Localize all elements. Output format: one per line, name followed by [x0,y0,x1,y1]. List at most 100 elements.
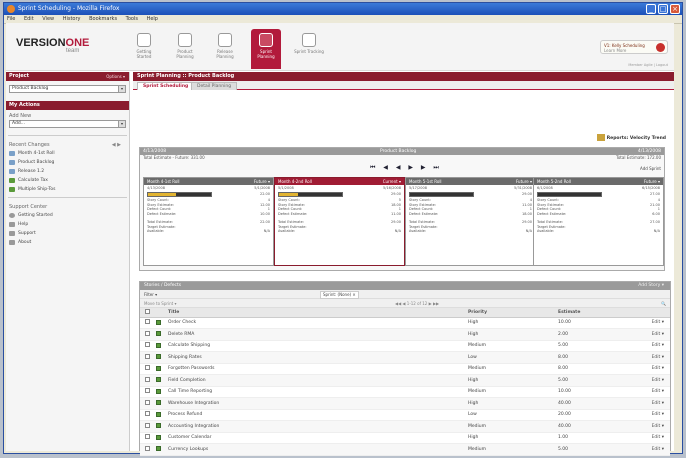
table-row[interactable]: Call Time Reporting Medium 10.00 Edit ▾ [140,386,670,398]
edit-button[interactable]: Edit [652,389,661,394]
nav-product-planning[interactable]: Product Planning [170,33,200,67]
sprint-filter-chip[interactable]: Sprint: (None) × [320,291,359,299]
nav-sprint-planning[interactable]: Sprint Planning [251,29,281,69]
chevron-down-icon[interactable]: ▾ [662,412,664,417]
row-checkbox[interactable] [145,376,150,382]
row-checkbox[interactable] [145,399,150,405]
chevron-down-icon[interactable]: ▾ [662,401,664,406]
sprint-status[interactable]: Future ▾ [516,178,532,185]
table-row[interactable]: Calculate Shipping Medium 5.00 Edit ▾ [140,340,670,352]
chevron-down-icon[interactable]: ▾ [662,366,664,371]
chevron-down-icon[interactable]: ▾ [662,332,664,337]
edit-button[interactable]: Edit [652,343,661,348]
row-checkbox[interactable] [145,388,150,394]
support-item[interactable]: Help [6,220,129,229]
row-checkbox[interactable] [145,434,150,440]
support-item[interactable]: About [6,238,129,247]
select-all-checkbox[interactable] [145,308,150,314]
edit-button[interactable]: Edit [652,320,661,325]
learn-more-link[interactable]: Learn More [604,48,664,53]
sprint-status[interactable]: Current ▾ [383,178,401,185]
menu-tools[interactable]: Tools [126,16,138,22]
table-row[interactable]: Forgotten Passwords Medium 8.00 Edit ▾ [140,363,670,375]
table-row[interactable]: Currency Lookups Medium 5.00 Edit ▾ [140,443,670,456]
row-checkbox[interactable] [145,365,150,371]
support-item[interactable]: Support [6,229,129,238]
reports-link[interactable]: Reports: Velocity Trend [596,134,666,141]
table-row[interactable]: Accounting Integration Medium 40.00 Edit ▾ [140,420,670,433]
edit-button[interactable]: Edit [652,424,661,429]
pager[interactable]: ◀◀ ◀ 1-12 of 12 ▶ ▶▶ [395,299,439,308]
table-row[interactable]: Process Refund Low 20.00 Edit ▾ [140,409,670,421]
story-title[interactable]: Calculate Shipping [168,340,468,352]
filter-button[interactable]: Filter ▾ [144,292,157,297]
nav-sprint-tracking[interactable]: Sprint Tracking [294,33,324,67]
recent-item[interactable]: Product Backlog [6,158,129,167]
story-title[interactable]: Customer Calendar [168,432,468,444]
search-icon[interactable]: 🔍 [661,299,666,308]
sprint-card[interactable]: Month 4-1st Roll Future ▾ 4/13/2008 5/1/20… [143,177,274,266]
edit-button[interactable]: Edit [652,332,661,337]
edit-button[interactable]: Edit [652,366,661,371]
add-new-select[interactable]: Add... ▾ [9,120,126,128]
nav-getting-started[interactable]: Getting Started [129,33,159,67]
story-title[interactable]: Order Check [168,317,468,329]
row-checkbox[interactable] [145,445,150,451]
chevron-down-icon[interactable]: ▾ [662,343,664,348]
story-title[interactable]: Call Time Reporting [168,386,468,398]
story-title[interactable]: Process Refund [168,409,468,421]
table-row[interactable]: Delete RMA High 2.00 Edit ▾ [140,328,670,341]
tab-detail-planning[interactable]: Detail Planning [191,82,238,90]
row-checkbox[interactable] [145,411,150,417]
story-title[interactable]: Accounting Integration [168,420,468,433]
row-checkbox[interactable] [145,342,150,348]
menu-history[interactable]: History [63,16,81,22]
recent-item[interactable]: Month 4-1st Roll [6,149,129,158]
sprint-status[interactable]: Future ▾ [644,178,660,185]
story-title[interactable]: Delete RMA [168,328,468,341]
table-row[interactable]: Customer Calendar High 1.00 Edit ▾ [140,432,670,444]
add-sprint-link[interactable]: Add Sprint [640,166,661,171]
story-title[interactable]: Warehouse Integration [168,397,468,410]
paging-arrows-icon[interactable]: ◀ ▶ [112,142,121,148]
minimize-icon[interactable]: _ [646,4,656,14]
menu-file[interactable]: File [7,16,15,22]
story-title[interactable]: Shipping Rates [168,351,468,364]
add-story-button[interactable]: Add Story ▾ [638,282,664,290]
chevron-down-icon[interactable]: ▾ [662,435,664,440]
chevron-down-icon[interactable]: ▾ [662,320,664,325]
member-logout[interactable]: Member Agile | Logout [628,63,668,67]
maximize-icon[interactable]: □ [658,4,668,14]
chevron-down-icon[interactable]: ▾ [662,447,664,452]
chevron-down-icon[interactable]: ▾ [662,355,664,360]
nav-release-planning[interactable]: Release Planning [210,33,240,67]
versionone-logo[interactable]: VERSIONONE team [16,37,89,54]
edit-button[interactable]: Edit [652,435,661,440]
recent-item[interactable]: Release 1.2 [6,167,129,176]
table-row[interactable]: Shipping Rates Low 8.00 Edit ▾ [140,351,670,364]
sprint-card[interactable]: Month 5-1st Roll Future ▾ 5/17/2008 5/31/2… [405,177,536,266]
menu-bookmarks[interactable]: Bookmarks [89,16,117,22]
project-options[interactable]: Options ▾ [106,72,125,81]
menu-help[interactable]: Help [147,16,158,22]
row-checkbox[interactable] [145,353,150,359]
close-icon[interactable]: × [670,4,680,14]
col-priority[interactable]: Priority [468,308,558,318]
table-row[interactable]: Field Completion High 5.00 Edit ▾ [140,374,670,387]
support-item[interactable]: Getting Started [6,211,129,220]
menu-view[interactable]: View [42,16,54,22]
table-row[interactable]: Warehouse Integration High 40.00 Edit ▾ [140,397,670,410]
edit-button[interactable]: Edit [652,378,661,383]
col-estimate[interactable]: Estimate [558,308,638,318]
sprint-status[interactable]: Future ▾ [254,178,270,185]
story-title[interactable]: Field Completion [168,374,468,387]
recent-item[interactable]: Multiple Ship-Tos [6,185,129,194]
chevron-down-icon[interactable]: ▾ [662,378,664,383]
user-box[interactable]: V1: Kelly Scheduling Learn More [600,40,668,54]
tab-sprint-scheduling[interactable]: Sprint Scheduling [137,82,195,90]
sprint-card[interactable]: Month 4-2nd Roll Current ▾ 5/1/2008 5/16/2… [274,177,405,266]
table-row[interactable]: Order Check High 10.00 Edit ▾ [140,317,670,329]
recent-item[interactable]: Calculate Tax [6,176,129,185]
story-title[interactable]: Forgotten Passwords [168,363,468,375]
sprint-card[interactable]: Month 5-2nd Roll Future ▾ 6/1/2008 6/15/20… [533,177,664,266]
